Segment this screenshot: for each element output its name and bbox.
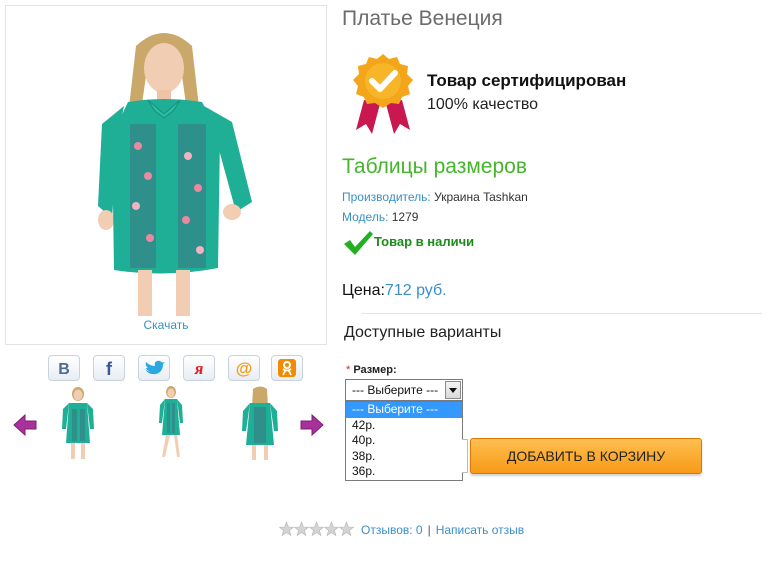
share-yaru-button[interactable]: я: [183, 355, 215, 381]
svg-text:@: @: [236, 359, 253, 377]
star-icon: [279, 521, 295, 537]
size-option-36[interactable]: 36р.: [346, 464, 462, 480]
size-option-38[interactable]: 38р.: [346, 449, 462, 465]
dropdown-toggle-button[interactable]: [445, 381, 461, 399]
main-product-image[interactable]: Скачать: [5, 5, 327, 345]
star-icon: [308, 521, 325, 537]
divider: [362, 313, 762, 314]
size-option-40[interactable]: 40р.: [346, 433, 462, 449]
thumbnail-walking[interactable]: [143, 385, 199, 463]
mailru-icon: @: [236, 359, 253, 377]
facebook-icon: f: [106, 359, 113, 377]
chevron-down-icon: [449, 387, 457, 393]
variants-title: Доступные варианты: [344, 324, 502, 341]
price-value: 712 руб.: [384, 282, 447, 299]
share-odnoklassniki-button[interactable]: [271, 355, 303, 381]
certified-title: Товар сертифицирован: [427, 71, 627, 90]
size-select-value: --- Выберите ---: [352, 383, 439, 397]
price: Цена:712 руб.: [342, 282, 447, 300]
size-label: * Размер:: [346, 364, 397, 376]
size-select[interactable]: --- Выберите ---: [345, 379, 463, 401]
size-option-42[interactable]: 42р.: [346, 418, 462, 434]
thumbnails-next-arrow-icon[interactable]: [299, 412, 325, 438]
size-option-placeholder[interactable]: --- Выберите ---: [346, 402, 462, 418]
size-dropdown-list: --- Выберите --- 42р. 40р. 38р. 36р.: [345, 401, 463, 481]
thumbnail-front[interactable]: [50, 385, 106, 463]
size-tables-link[interactable]: Таблицы размеров: [342, 155, 527, 179]
manufacturer-value: Украина Tashkan: [434, 190, 528, 204]
share-twitter-button[interactable]: [138, 355, 170, 381]
model-value: 1279: [391, 210, 419, 224]
add-to-cart-button[interactable]: ДОБАВИТЬ В КОРЗИНУ: [470, 438, 702, 474]
twitter-icon: [145, 360, 165, 375]
star-icon: [323, 521, 340, 537]
write-review-link[interactable]: Написать отзыв: [436, 523, 524, 537]
star-icon: [338, 521, 355, 537]
thumbnail-back[interactable]: [232, 385, 288, 463]
star-icon: [293, 521, 310, 537]
model-info: Модель: 1279: [342, 210, 418, 224]
share-facebook-button[interactable]: f: [93, 355, 125, 381]
svg-text:я: я: [194, 359, 204, 377]
manufacturer-info: Производитель: Украина Tashkan: [342, 190, 528, 204]
reviews-links: Отзывов: 0 | Написать отзыв: [361, 523, 524, 537]
yaru-icon: я: [194, 359, 204, 377]
rating-stars: [279, 521, 355, 537]
reviews-separator: |: [427, 523, 431, 537]
quality-subtitle: 100% качество: [427, 96, 539, 113]
svg-text:В: В: [58, 361, 70, 377]
svg-text:f: f: [106, 359, 113, 377]
dress-photo: [98, 33, 252, 316]
size-label-text: Размер:: [353, 364, 397, 376]
price-label: Цена:: [342, 282, 385, 299]
certified-badge-icon: [353, 54, 413, 134]
download-image-link[interactable]: Скачать: [6, 318, 326, 332]
odnoklassniki-icon: [278, 359, 296, 377]
model-label: Модель:: [342, 210, 389, 224]
share-vk-button[interactable]: В: [48, 355, 80, 381]
quantity-input[interactable]: [462, 439, 468, 473]
product-title: Платье Венеция: [342, 7, 503, 30]
vk-icon: В: [58, 361, 70, 377]
required-mark: *: [346, 364, 351, 376]
stock-status: Товар в наличи: [374, 234, 475, 249]
share-mailru-button[interactable]: @: [228, 355, 260, 381]
manufacturer-label[interactable]: Производитель:: [342, 190, 431, 204]
reviews-count-link[interactable]: Отзывов: 0: [361, 523, 423, 537]
in-stock-check-icon: [344, 231, 373, 255]
thumbnails-prev-arrow-icon[interactable]: [12, 412, 38, 438]
